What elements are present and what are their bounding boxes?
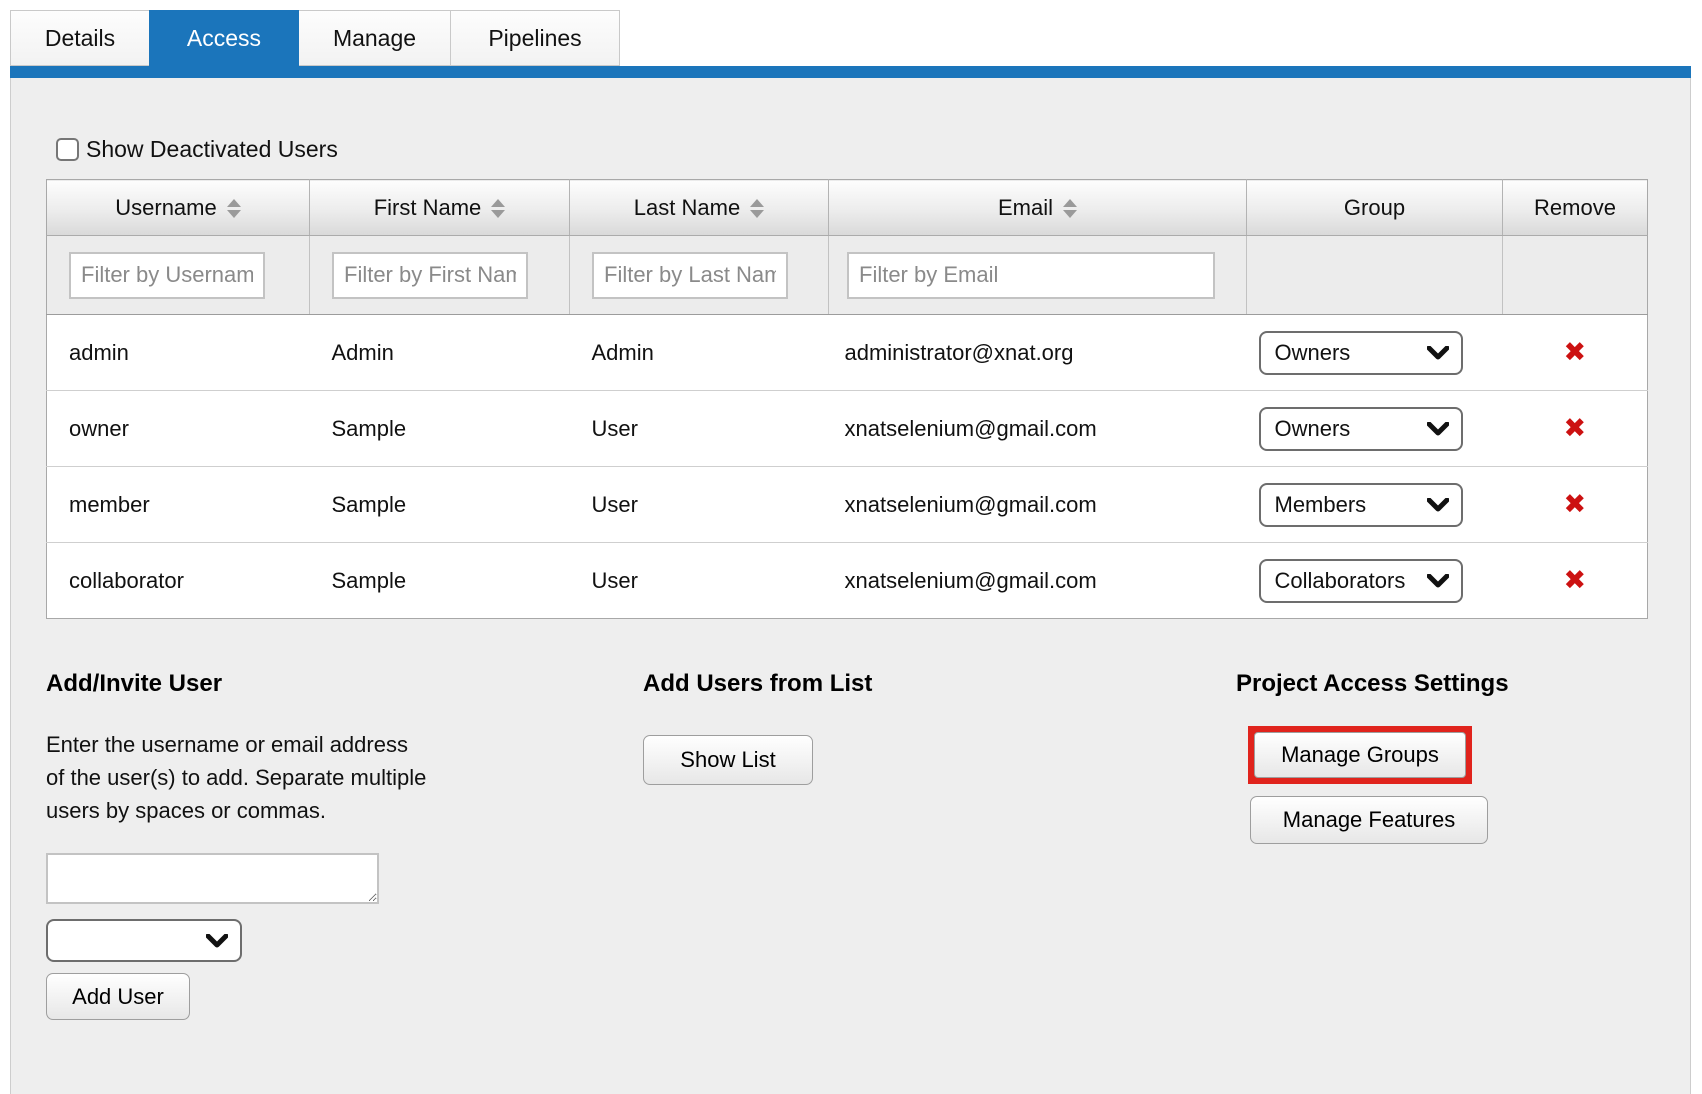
tab-pipelines[interactable]: Pipelines <box>450 10 620 66</box>
column-header-email[interactable]: Email <box>829 180 1247 236</box>
column-label: Email <box>998 195 1053 220</box>
add-users-from-list-title: Add Users from List <box>643 670 1043 698</box>
chevron-down-icon <box>1427 574 1449 588</box>
manage-groups-button[interactable]: Manage Groups <box>1254 732 1466 778</box>
project-access-settings-section: Project Access Settings Manage Groups Ma… <box>1236 670 1656 844</box>
sort-icon <box>227 199 241 218</box>
group-select-value: Members <box>1275 492 1367 518</box>
chevron-down-icon <box>1427 498 1449 512</box>
annotation-highlight-box: Manage Groups <box>1248 726 1472 784</box>
add-invite-user-section: Add/Invite User Enter the username or em… <box>46 670 446 1020</box>
add-invite-user-title: Add/Invite User <box>46 670 446 698</box>
show-deactivated-checkbox[interactable] <box>56 138 79 161</box>
sort-icon <box>491 199 505 218</box>
column-header-last-name[interactable]: Last Name <box>570 180 829 236</box>
group-select-value: Collaborators <box>1275 568 1406 594</box>
user-row-owner: owner Sample User xnatselenium@gmail.com… <box>47 391 1648 467</box>
add-user-textarea[interactable] <box>46 853 379 904</box>
column-label: Group <box>1344 195 1405 220</box>
group-select-value: Owners <box>1275 340 1351 366</box>
add-user-button[interactable]: Add User <box>46 973 190 1020</box>
add-users-from-list-section: Add Users from List Show List <box>643 670 1043 785</box>
group-select[interactable]: Owners <box>1259 407 1463 451</box>
email-cell: xnatselenium@gmail.com <box>829 391 1247 467</box>
sort-icon <box>750 199 764 218</box>
column-label: Username <box>115 195 216 220</box>
table-filter-row <box>47 236 1648 315</box>
remove-user-button[interactable]: ✖ <box>1563 337 1586 367</box>
table-header-row: Username First Name Last Name Email Grou… <box>47 180 1648 236</box>
first-name-cell: Admin <box>310 315 570 391</box>
username-cell: admin <box>47 315 310 391</box>
remove-user-button[interactable]: ✖ <box>1563 413 1586 443</box>
column-header-username[interactable]: Username <box>47 180 310 236</box>
filter-empty-cell <box>1247 236 1503 315</box>
first-name-cell: Sample <box>310 391 570 467</box>
user-row-collaborator: collaborator Sample User xnatselenium@gm… <box>47 543 1648 619</box>
chevron-down-icon <box>1427 422 1449 436</box>
username-cell: owner <box>47 391 310 467</box>
user-row-admin: admin Admin Admin administrator@xnat.org… <box>47 315 1648 391</box>
group-select-value: Owners <box>1275 416 1351 442</box>
filter-first-name-input[interactable] <box>332 252 528 299</box>
username-cell: collaborator <box>47 543 310 619</box>
first-name-cell: Sample <box>310 543 570 619</box>
project-access-settings-title: Project Access Settings <box>1236 670 1656 698</box>
filter-email-input[interactable] <box>847 252 1215 299</box>
first-name-cell: Sample <box>310 467 570 543</box>
access-tab-panel: Show Deactivated Users Username First Na… <box>10 78 1691 1094</box>
show-deactivated-label: Show Deactivated Users <box>86 136 338 163</box>
filter-username-input[interactable] <box>69 252 265 299</box>
add-invite-user-description: Enter the username or email address of t… <box>46 728 431 827</box>
filter-empty-cell <box>1503 236 1648 315</box>
sort-icon <box>1063 199 1077 218</box>
email-cell: xnatselenium@gmail.com <box>829 543 1247 619</box>
users-table: Username First Name Last Name Email Grou… <box>46 179 1648 619</box>
column-header-remove: Remove <box>1503 180 1648 236</box>
show-deactivated-row: Show Deactivated Users <box>56 136 338 163</box>
group-select[interactable]: Collaborators <box>1259 559 1463 603</box>
column-label: First Name <box>374 195 482 220</box>
column-label: Remove <box>1534 195 1616 220</box>
tab-details[interactable]: Details <box>10 10 150 66</box>
email-cell: xnatselenium@gmail.com <box>829 467 1247 543</box>
column-header-group: Group <box>1247 180 1503 236</box>
user-row-member: member Sample User xnatselenium@gmail.co… <box>47 467 1648 543</box>
active-tab-underline <box>10 66 1691 78</box>
group-select[interactable]: Owners <box>1259 331 1463 375</box>
filter-last-name-input[interactable] <box>592 252 788 299</box>
username-cell: member <box>47 467 310 543</box>
chevron-down-icon <box>206 934 228 948</box>
tab-bar: Details Access Manage Pipelines <box>10 10 620 66</box>
column-label: Last Name <box>634 195 740 220</box>
last-name-cell: Admin <box>570 315 829 391</box>
last-name-cell: User <box>570 467 829 543</box>
email-cell: administrator@xnat.org <box>829 315 1247 391</box>
add-user-group-select[interactable] <box>46 919 242 962</box>
remove-user-button[interactable]: ✖ <box>1563 489 1586 519</box>
last-name-cell: User <box>570 543 829 619</box>
manage-features-button[interactable]: Manage Features <box>1250 796 1488 844</box>
project-settings-page: Details Access Manage Pipelines Show Dea… <box>0 0 1702 1094</box>
show-list-button[interactable]: Show List <box>643 735 813 785</box>
remove-user-button[interactable]: ✖ <box>1563 565 1586 595</box>
group-select[interactable]: Members <box>1259 483 1463 527</box>
tab-manage[interactable]: Manage <box>298 10 451 66</box>
column-header-first-name[interactable]: First Name <box>310 180 570 236</box>
chevron-down-icon <box>1427 346 1449 360</box>
last-name-cell: User <box>570 391 829 467</box>
tab-access[interactable]: Access <box>149 10 299 66</box>
